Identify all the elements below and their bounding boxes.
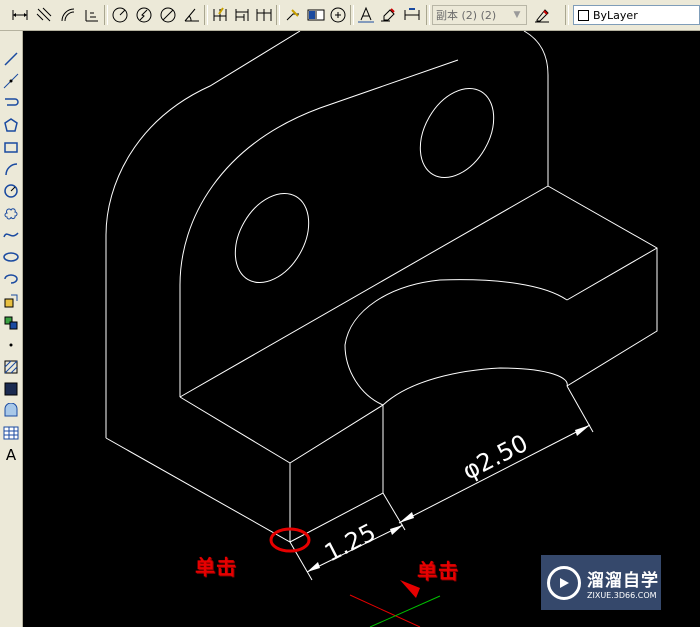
red-reference-line [349, 594, 421, 627]
arc-icon[interactable] [1, 159, 21, 179]
baseline-dimension-icon[interactable] [232, 4, 252, 26]
radius-dimension-icon[interactable] [110, 4, 130, 26]
multiline-text-icon[interactable]: A [1, 445, 21, 465]
angular-dimension-icon[interactable] [182, 4, 202, 26]
watermark-brand: 溜溜自学 [587, 570, 659, 591]
jogged-dimension-icon[interactable] [134, 4, 154, 26]
toolbar-separator [565, 5, 569, 25]
dimension-text-edit-icon[interactable] [378, 4, 398, 26]
dimension-style-select[interactable]: 副本 (2) (2) ▼ [432, 5, 527, 25]
point-icon[interactable] [1, 335, 21, 355]
ellipse-arc-icon[interactable] [1, 269, 21, 289]
region-icon[interactable] [1, 401, 21, 421]
color-swatch-icon [578, 9, 589, 21]
linear-dimension-icon[interactable] [10, 4, 30, 26]
watermark-url: ZIXUE.3D66.COM [587, 590, 657, 600]
toolbar-separator [276, 5, 280, 25]
toolbar-separator [104, 5, 108, 25]
polyline-icon[interactable] [1, 93, 21, 113]
toolbar-separator [204, 5, 208, 25]
ordinate-dimension-icon[interactable] [82, 4, 102, 26]
toolbar-separator [350, 5, 354, 25]
revision-cloud-icon[interactable] [1, 203, 21, 223]
click-annotation-right: 单击 [417, 559, 459, 583]
click-annotation-left: 单击 [195, 555, 237, 579]
dimension-style-icon[interactable] [532, 4, 552, 26]
dimension-update-icon[interactable] [402, 4, 422, 26]
polygon-icon[interactable] [1, 115, 21, 135]
hatch-icon[interactable] [1, 357, 21, 377]
dimension-diameter-text: φ2.50 [458, 429, 532, 485]
watermark-badge: 溜溜自学 ZIXUE.3D66.COM [541, 555, 661, 610]
make-block-icon[interactable] [1, 313, 21, 333]
spline-icon[interactable] [1, 225, 21, 245]
green-marker-line [369, 595, 441, 627]
dimension-toolbar: 副本 (2) (2) ▼ ByLayer [0, 0, 700, 31]
circle-icon[interactable] [1, 181, 21, 201]
aligned-dimension-icon[interactable] [34, 4, 54, 26]
center-mark-icon[interactable] [328, 4, 348, 26]
diameter-dimension-icon[interactable] [158, 4, 178, 26]
quick-leader-icon[interactable] [283, 4, 303, 26]
construction-line-icon[interactable] [1, 71, 21, 91]
arc-length-dimension-icon[interactable] [58, 4, 78, 26]
toolbar-separator [426, 5, 430, 25]
draw-toolbar: A [0, 31, 23, 627]
continue-dimension-icon[interactable] [254, 4, 274, 26]
dimension-linear-text: 1.25 [320, 518, 380, 567]
play-logo-icon [547, 565, 581, 600]
rectangle-icon[interactable] [1, 137, 21, 157]
gradient-icon[interactable] [1, 379, 21, 399]
ellipse-icon[interactable] [1, 247, 21, 267]
chevron-down-icon[interactable]: ▼ [510, 8, 524, 22]
tolerance-icon[interactable] [306, 4, 326, 26]
line-icon[interactable] [1, 49, 21, 69]
layer-value: ByLayer [593, 8, 638, 22]
dimension-style-value: 副本 (2) (2) [436, 9, 497, 22]
drawing-canvas[interactable]: φ2.50 1.25 单击 单击 [23, 31, 700, 627]
isometric-part-drawing: φ2.50 1.25 [105, 31, 658, 627]
layer-select[interactable]: ByLayer [573, 5, 700, 25]
dimension-edit-icon[interactable] [356, 4, 376, 26]
table-icon[interactable] [1, 423, 21, 443]
insert-block-icon[interactable] [1, 291, 21, 311]
quick-dimension-icon[interactable] [210, 4, 230, 26]
